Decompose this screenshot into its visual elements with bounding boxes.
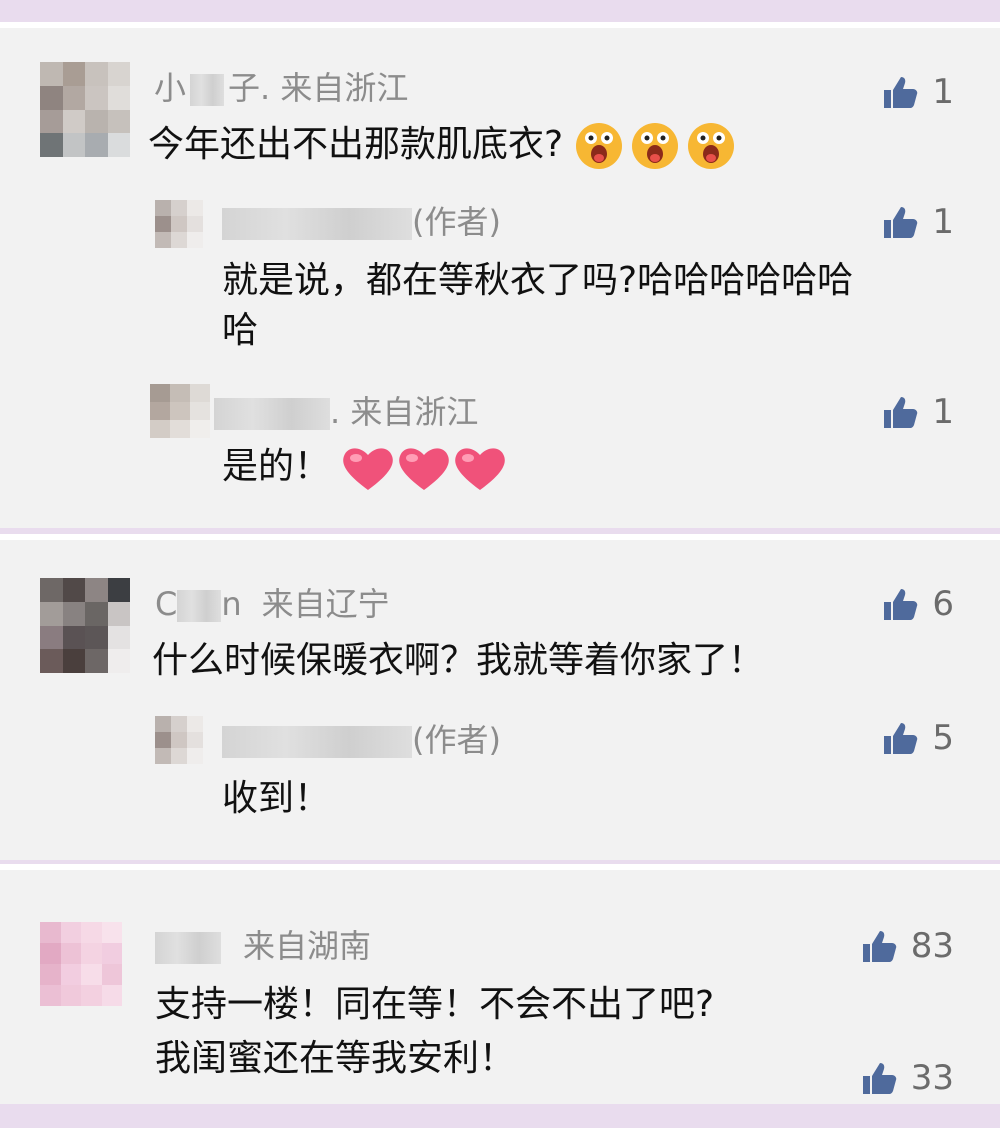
commenter-name[interactable]: 来自湖南 bbox=[155, 926, 371, 966]
thumbs-up-icon bbox=[862, 1063, 896, 1094]
reply-text: 是的！ bbox=[222, 442, 511, 492]
like-count: 1 bbox=[932, 72, 954, 112]
astonished-face-icon bbox=[575, 123, 734, 169]
avatar[interactable] bbox=[150, 384, 210, 438]
thumbs-up-icon bbox=[884, 77, 918, 108]
like-button[interactable]: 33 bbox=[861, 1058, 954, 1098]
comment-text: 什么时候保暖衣啊？我就等着你家了！ bbox=[152, 636, 764, 686]
author-tag: (作者) bbox=[412, 721, 501, 759]
location: 来自辽宁 bbox=[261, 585, 390, 623]
name-blur bbox=[155, 932, 221, 964]
thumbs-up-icon bbox=[862, 931, 896, 962]
thumbs-up-icon bbox=[884, 397, 918, 428]
reply-author[interactable]: (作者) bbox=[222, 720, 501, 760]
comment-text-line: 我闺蜜还在等我安利！ bbox=[155, 1038, 516, 1079]
avatar[interactable] bbox=[155, 716, 203, 764]
commenter-name[interactable]: Cn 来自辽宁 bbox=[155, 584, 390, 624]
reply-text-body: 收到！ bbox=[222, 778, 331, 819]
like-button[interactable]: 1 bbox=[882, 202, 954, 242]
like-count: 5 bbox=[932, 718, 954, 758]
author-tag: (作者) bbox=[412, 203, 501, 241]
like-count: 1 bbox=[932, 392, 954, 432]
name-suffix: 子 bbox=[228, 69, 261, 107]
avatar[interactable] bbox=[40, 922, 122, 1006]
name-blur bbox=[214, 398, 330, 430]
reply-text: 收到！ bbox=[222, 774, 330, 824]
comment-thread: 小子. 来自浙江 今年还出不出那款肌底衣? 1 (作者) 就是说，都在等秋衣了吗… bbox=[0, 22, 1000, 528]
reply-author[interactable]: (作者) bbox=[222, 202, 501, 242]
like-button[interactable]: 83 bbox=[861, 926, 954, 966]
comment-thread: 来自湖南 支持一楼！同在等！不会不出了吧? 我闺蜜还在等我安利！ 83 33 bbox=[0, 864, 1000, 1104]
thumbs-up-icon bbox=[884, 207, 918, 238]
name-blur bbox=[177, 590, 222, 622]
name-prefix: 小 bbox=[154, 69, 187, 107]
location: . 来自浙江 bbox=[260, 69, 409, 107]
thumbs-up-icon bbox=[884, 723, 918, 754]
location: . 来自浙江 bbox=[330, 393, 479, 431]
reply-text: 就是说，都在等秋衣了吗?哈哈哈哈哈哈 哈 bbox=[222, 256, 853, 356]
comment-text-body: 什么时候保暖衣啊？我就等着你家了！ bbox=[152, 640, 765, 681]
name-suffix: n bbox=[221, 585, 242, 623]
thumbs-up-icon bbox=[884, 589, 918, 620]
like-button[interactable]: 1 bbox=[882, 392, 954, 432]
avatar[interactable] bbox=[155, 200, 203, 248]
reply-author[interactable]: . 来自浙江 bbox=[214, 392, 478, 432]
avatar[interactable] bbox=[40, 578, 130, 673]
pink-heart-icon bbox=[343, 448, 506, 490]
like-count: 33 bbox=[910, 1058, 954, 1098]
name-prefix: C bbox=[155, 585, 178, 623]
location: 来自湖南 bbox=[243, 927, 372, 965]
comment-text: 支持一楼！同在等！不会不出了吧? 我闺蜜还在等我安利！ bbox=[155, 980, 714, 1084]
comment-text-line: 支持一楼！同在等！不会不出了吧? bbox=[155, 984, 715, 1025]
like-button[interactable]: 1 bbox=[882, 72, 954, 112]
comment-text: 今年还出不出那款肌底衣? bbox=[148, 120, 735, 172]
like-button[interactable]: 5 bbox=[882, 718, 954, 758]
comment-thread: Cn 来自辽宁 什么时候保暖衣啊？我就等着你家了！ 6 (作者) 收到！ 5 bbox=[0, 534, 1000, 860]
reply-text-body: 是的！ bbox=[222, 446, 331, 487]
like-count: 6 bbox=[932, 584, 954, 624]
name-blur bbox=[222, 208, 412, 240]
like-button[interactable]: 6 bbox=[882, 584, 954, 624]
reply-text-line: 哈 bbox=[222, 310, 259, 351]
like-count: 83 bbox=[910, 926, 954, 966]
comment-text-body: 今年还出不出那款肌底衣? bbox=[148, 124, 564, 165]
reply-text-line: 就是说，都在等秋衣了吗?哈哈哈哈哈哈 bbox=[222, 260, 854, 301]
name-blur bbox=[222, 726, 412, 758]
commenter-name[interactable]: 小 子. 来自浙江 bbox=[154, 68, 408, 108]
avatar[interactable] bbox=[40, 62, 130, 157]
name-blur bbox=[190, 74, 225, 106]
like-count: 1 bbox=[932, 202, 954, 242]
